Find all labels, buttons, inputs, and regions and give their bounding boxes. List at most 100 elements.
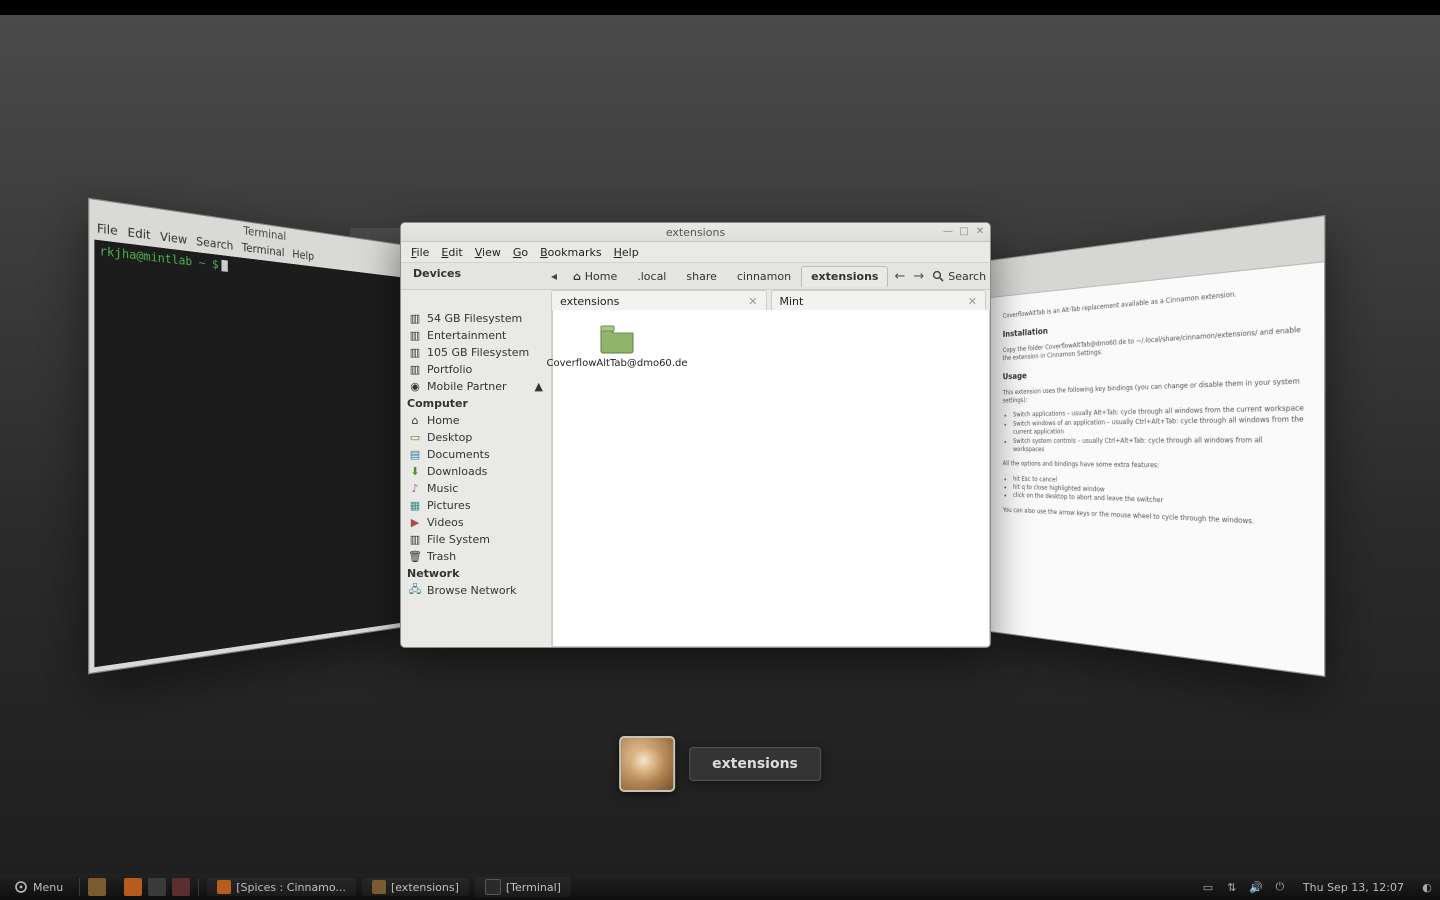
sidebar-item-pictures[interactable]: ▦ Pictures: [405, 497, 547, 514]
folder-label: CoverflowAltTab@dmo60.de: [547, 358, 688, 370]
taskbar-item-extensions[interactable]: [extensions]: [362, 878, 469, 896]
crumb-share[interactable]: share: [676, 266, 727, 287]
system-tray[interactable]: ▭ ⇅ 🔊 ⏻ Thu Sep 13, 12:07 ◐: [1201, 880, 1434, 894]
sidebar-item-drive[interactable]: ▥Portfolio: [405, 361, 547, 378]
minimize-button[interactable]: —: [942, 225, 954, 237]
crumb-local[interactable]: .local: [627, 266, 676, 287]
terminal-menu-search[interactable]: Search: [196, 236, 233, 253]
display-icon[interactable]: ▭: [1201, 880, 1215, 894]
window-terminal[interactable]: Terminal File Edit View Search Terminal …: [88, 198, 407, 675]
user-icon[interactable]: ◐: [1420, 880, 1434, 894]
pictures-icon: ▦: [409, 500, 421, 512]
coverflow-label: extensions: [689, 747, 821, 781]
sidebar-item-drive[interactable]: ▥ Entertainment: [405, 327, 547, 344]
menu-bookmarks[interactable]: Bookmarks: [540, 246, 601, 259]
tab-mint[interactable]: Mint ✕: [771, 290, 987, 312]
launcher-app2[interactable]: [148, 878, 166, 896]
sidebar-item-drive[interactable]: ▥54 GB Filesystem: [405, 310, 547, 327]
power-icon[interactable]: ⏻: [1273, 880, 1287, 894]
drive-icon: ▥: [409, 364, 421, 376]
close-button[interactable]: ✕: [974, 225, 986, 237]
desktop-icon: ▭: [409, 432, 421, 444]
taskbar-item-terminal[interactable]: [Terminal]: [475, 877, 571, 897]
menu-view[interactable]: View: [475, 246, 501, 259]
bottom-panel[interactable]: Menu [Spices : Cinnamo... [extensions] […: [0, 874, 1440, 900]
task-label: [extensions]: [391, 881, 459, 894]
sidebar-item-music[interactable]: ♪Music: [405, 480, 547, 497]
sidebar-item-documents[interactable]: ▤Documents: [405, 446, 547, 463]
tab-extensions[interactable]: extensions ✕: [551, 290, 767, 312]
menu-button[interactable]: Menu: [6, 878, 71, 896]
sidebar-item-desktop[interactable]: ▭ Desktop: [405, 429, 547, 446]
fm-menubar[interactable]: File Edit View Go Bookmarks Help: [401, 242, 990, 263]
browser-list: Switch applications – usually Alt+Tab: c…: [1013, 405, 1306, 457]
tab-close-icon[interactable]: ✕: [748, 295, 757, 308]
clock[interactable]: Thu Sep 13, 12:07: [1303, 881, 1404, 894]
sidebar-item-label: 54 GB Filesystem: [427, 312, 522, 325]
window-file-manager[interactable]: extensions — □ ✕ File Edit View Go Bookm…: [400, 222, 991, 648]
music-icon: ♪: [409, 483, 421, 495]
fm-tabbar[interactable]: extensions ✕ Mint ✕: [401, 290, 990, 312]
menu-label: Menu: [33, 881, 63, 894]
menu-edit[interactable]: Edit: [441, 246, 462, 259]
fm-content[interactable]: CoverflowAltTab@dmo60.de: [552, 310, 990, 647]
fm-sidebar[interactable]: ▥54 GB Filesystem ▥Entertainment ▥105 GB…: [401, 310, 552, 647]
filesystem-icon: ▥: [409, 534, 421, 546]
terminal-menu-file[interactable]: File: [97, 223, 118, 239]
volume-icon[interactable]: 🔊: [1249, 880, 1263, 894]
nav-back-icon[interactable]: ←: [894, 269, 905, 284]
folder-icon: [599, 324, 635, 354]
folder-item[interactable]: CoverflowAltTab@dmo60.de: [567, 324, 667, 370]
menu-file[interactable]: File: [411, 246, 429, 259]
terminal-content[interactable]: rkjha@mintlab ~ $: [94, 240, 403, 668]
nautilus-icon: [619, 736, 675, 792]
crumb-cinnamon[interactable]: cinnamon: [727, 266, 801, 287]
sidebar-item-label: Entertainment: [427, 329, 506, 342]
maximize-button[interactable]: □: [958, 225, 970, 237]
terminal-menu-edit[interactable]: Edit: [127, 227, 150, 243]
sidebar-item-usb[interactable]: ◉Mobile Partner▲: [405, 378, 547, 395]
launcher-app1[interactable]: [124, 878, 142, 896]
home-icon: ⌂: [409, 415, 421, 427]
launcher-app3[interactable]: [172, 878, 190, 896]
drive-icon: ▥: [409, 347, 421, 359]
browser-page[interactable]: CoverflowAltTab is an Alt-Tab replacemen…: [991, 262, 1324, 550]
eject-icon[interactable]: ▲: [535, 380, 543, 393]
browser-text: This extension uses the following key bi…: [1003, 377, 1307, 406]
browser-text: All the options and bindings have some e…: [1003, 460, 1307, 473]
sidebar-item-label: Mobile Partner: [427, 380, 507, 393]
menu-go[interactable]: Go: [513, 246, 528, 259]
taskbar-item-spices[interactable]: [Spices : Cinnamo...: [207, 878, 356, 896]
terminal-menu-terminal[interactable]: Terminal: [242, 242, 285, 260]
terminal-menu-help[interactable]: Help: [292, 249, 314, 264]
sidebar-header-computer: Computer: [407, 397, 547, 410]
breadcrumb[interactable]: Home .local share cinnamon extensions: [563, 265, 888, 287]
network-tray-icon[interactable]: ⇅: [1225, 880, 1239, 894]
videos-icon: ▶: [409, 517, 421, 529]
sidebar-header-devices: Devices: [413, 267, 557, 280]
menu-help[interactable]: Help: [614, 246, 639, 259]
crumb-home[interactable]: Home: [563, 266, 627, 287]
drive-icon: ▥: [409, 330, 421, 342]
crumb-extensions[interactable]: extensions: [801, 266, 888, 287]
task-label: [Terminal]: [506, 881, 561, 894]
sidebar-item-home[interactable]: ⌂Home: [405, 412, 547, 429]
fm-title: extensions: [666, 226, 725, 239]
sidebar-item-downloads[interactable]: ⬇Downloads: [405, 463, 547, 480]
search-button[interactable]: Search: [932, 270, 986, 283]
sidebar-item-network[interactable]: 🖧Browse Network: [405, 582, 547, 599]
tab-close-icon[interactable]: ✕: [968, 295, 977, 308]
sidebar-item-filesystem[interactable]: ▥File System: [405, 531, 547, 548]
sidebar-item-trash[interactable]: 🗑Trash: [405, 548, 547, 565]
launcher-files[interactable]: [88, 878, 106, 896]
fm-titlebar[interactable]: extensions — □ ✕: [401, 223, 990, 242]
nav-forward-icon[interactable]: →: [913, 269, 924, 284]
sidebar-item-label: Pictures: [427, 499, 471, 512]
sidebar-item-videos[interactable]: ▶Videos: [405, 514, 547, 531]
menu-icon: [14, 880, 28, 894]
terminal-menu-view[interactable]: View: [160, 231, 187, 248]
trash-icon: 🗑: [409, 551, 421, 563]
window-browser[interactable]: CoverflowAltTab is an Alt-Tab replacemen…: [990, 215, 1325, 677]
sidebar-item-label: Desktop: [427, 431, 472, 444]
sidebar-item-drive[interactable]: ▥105 GB Filesystem: [405, 344, 547, 361]
